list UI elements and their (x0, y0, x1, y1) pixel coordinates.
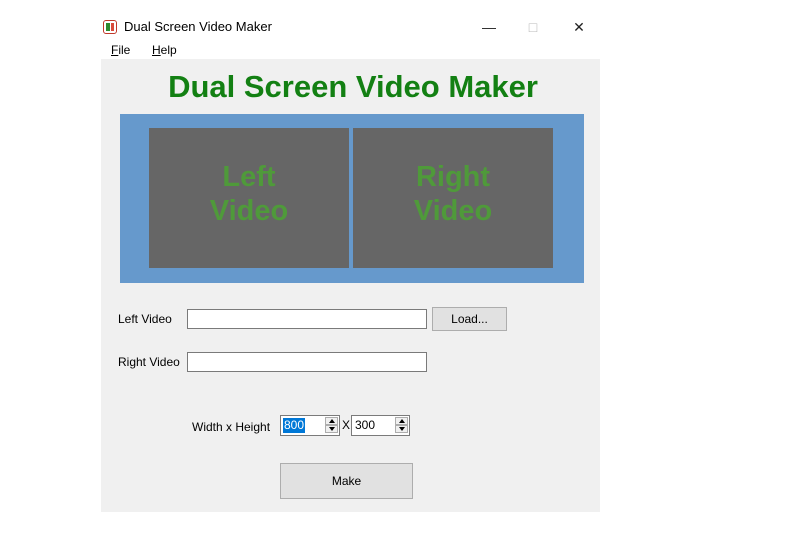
height-spinbox[interactable]: 300 (351, 415, 410, 436)
window-title: Dual Screen Video Maker (124, 19, 272, 34)
size-label: Width x Height (192, 420, 271, 434)
minimize-button[interactable]: — (466, 10, 512, 44)
left-video-preview: Left Video (149, 128, 349, 268)
load-button[interactable]: Load... (432, 307, 507, 331)
height-value: 300 (355, 418, 376, 432)
right-preview-text: Right Video (353, 160, 553, 228)
width-spin-arrows (325, 417, 338, 434)
left-video-input[interactable] (187, 309, 427, 329)
maximize-button[interactable]: □ (510, 10, 556, 44)
preview-frame: Left Video Right Video (120, 114, 584, 283)
right-preview-line2: Video (413, 195, 493, 227)
right-video-preview: Right Video (353, 128, 553, 268)
height-increment-icon[interactable] (395, 417, 408, 425)
right-preview-line1: Right (415, 161, 491, 193)
height-decrement-icon[interactable] (395, 425, 408, 433)
menu-help[interactable]: Help (152, 43, 177, 57)
left-preview-line2: Video (209, 195, 289, 227)
app-heading: Dual Screen Video Maker (168, 69, 538, 104)
menu-file-label: ile (118, 43, 131, 57)
app-icon (103, 20, 117, 34)
left-preview-text: Left Video (149, 160, 349, 228)
left-video-label: Left Video (118, 312, 172, 326)
menu-bar: File Help (100, 42, 600, 60)
width-decrement-icon[interactable] (325, 425, 338, 433)
width-spinbox[interactable]: 800 (280, 415, 340, 436)
menu-help-mnemonic: H (152, 43, 161, 57)
menu-help-label: elp (160, 43, 177, 57)
left-preview-line1: Left (222, 161, 276, 193)
width-value: 800 (283, 418, 306, 433)
width-increment-icon[interactable] (325, 417, 338, 425)
right-video-label: Right Video (118, 355, 180, 369)
close-button[interactable]: ✕ (556, 10, 602, 44)
app-window: Dual Screen Video Maker — □ ✕ File Help … (100, 10, 600, 512)
client-area: Dual Screen Video Maker Left Video Right… (101, 59, 600, 512)
menu-file[interactable]: File (111, 43, 130, 57)
height-spin-arrows (395, 417, 408, 434)
right-video-input[interactable] (187, 352, 427, 372)
size-separator: X (342, 418, 351, 432)
make-button[interactable]: Make (280, 463, 413, 499)
title-bar[interactable]: Dual Screen Video Maker — □ ✕ (100, 10, 600, 44)
